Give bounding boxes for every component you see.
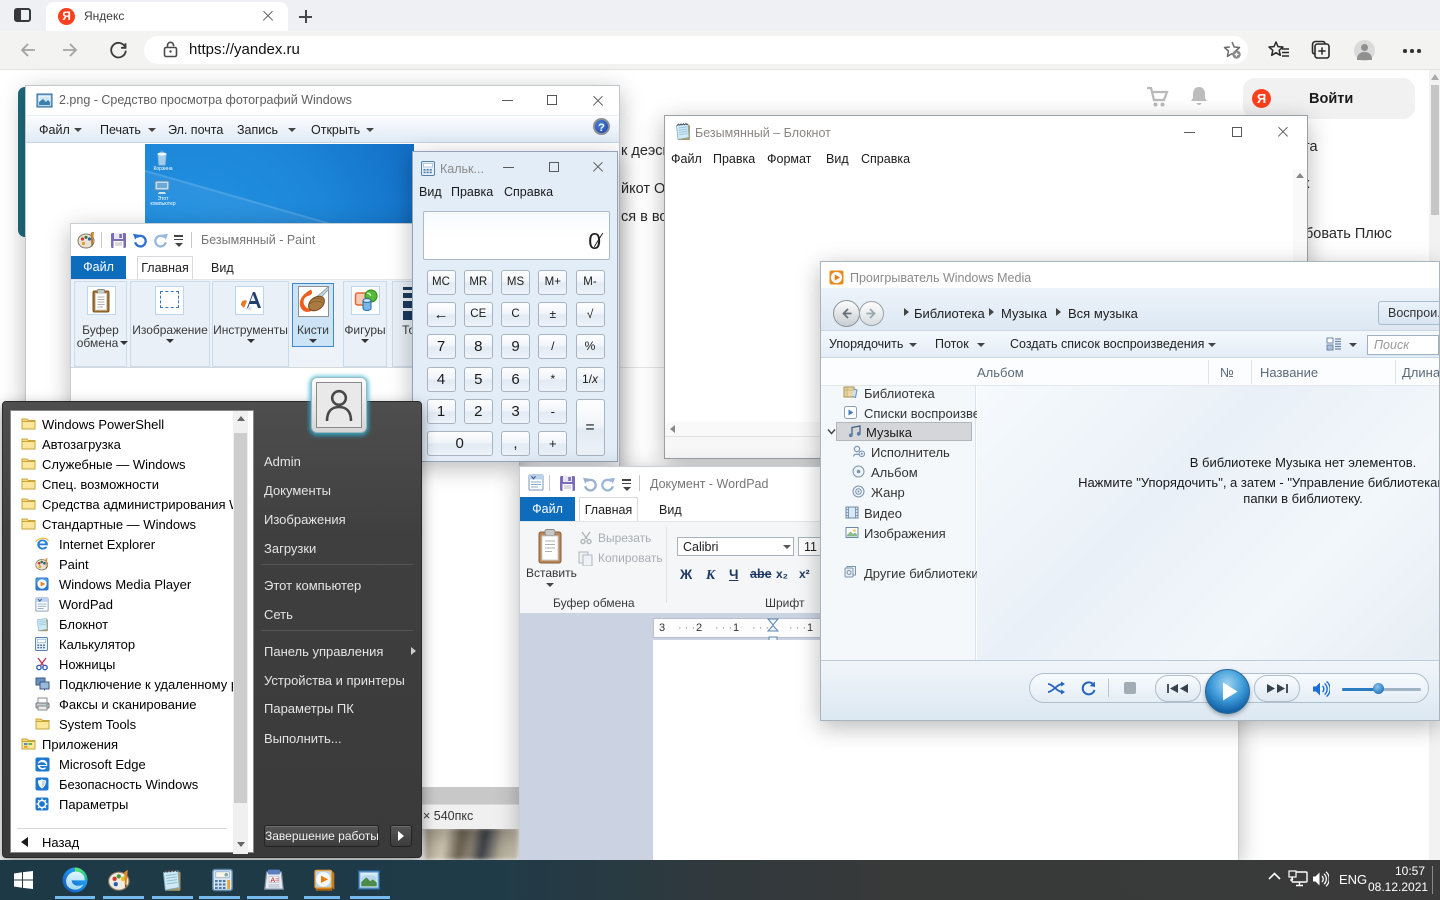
svg-text:A=: A= (270, 877, 279, 884)
